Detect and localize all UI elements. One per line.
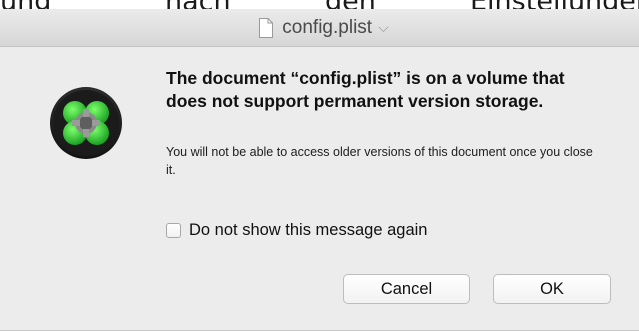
chevron-down-icon[interactable]: ⌵ <box>378 19 389 36</box>
ok-button[interactable]: OK <box>493 274 611 304</box>
suppress-message-checkbox-row[interactable]: Do not show this message again <box>166 221 427 240</box>
titlebar[interactable]: config.plist ⌵ <box>0 9 639 47</box>
alert-sheet: The document “config.plist” is on a volu… <box>0 47 639 331</box>
alert-body-text: You will not be able to access older ver… <box>166 145 593 177</box>
clover-app-icon <box>48 85 124 161</box>
alert-headline: The document “config.plist” is on a volu… <box>166 68 565 111</box>
title-group[interactable]: config.plist ⌵ <box>258 16 389 39</box>
dialog-window: config.plist ⌵ The document “config.plis… <box>0 9 639 331</box>
suppress-message-checkbox[interactable] <box>166 223 181 238</box>
suppress-message-label[interactable]: Do not show this message again <box>189 221 427 240</box>
cancel-button[interactable]: Cancel <box>343 274 470 304</box>
page: und nach den Einstellungen config.plist … <box>0 0 639 331</box>
window-title: config.plist <box>282 16 373 38</box>
document-icon <box>258 17 274 38</box>
